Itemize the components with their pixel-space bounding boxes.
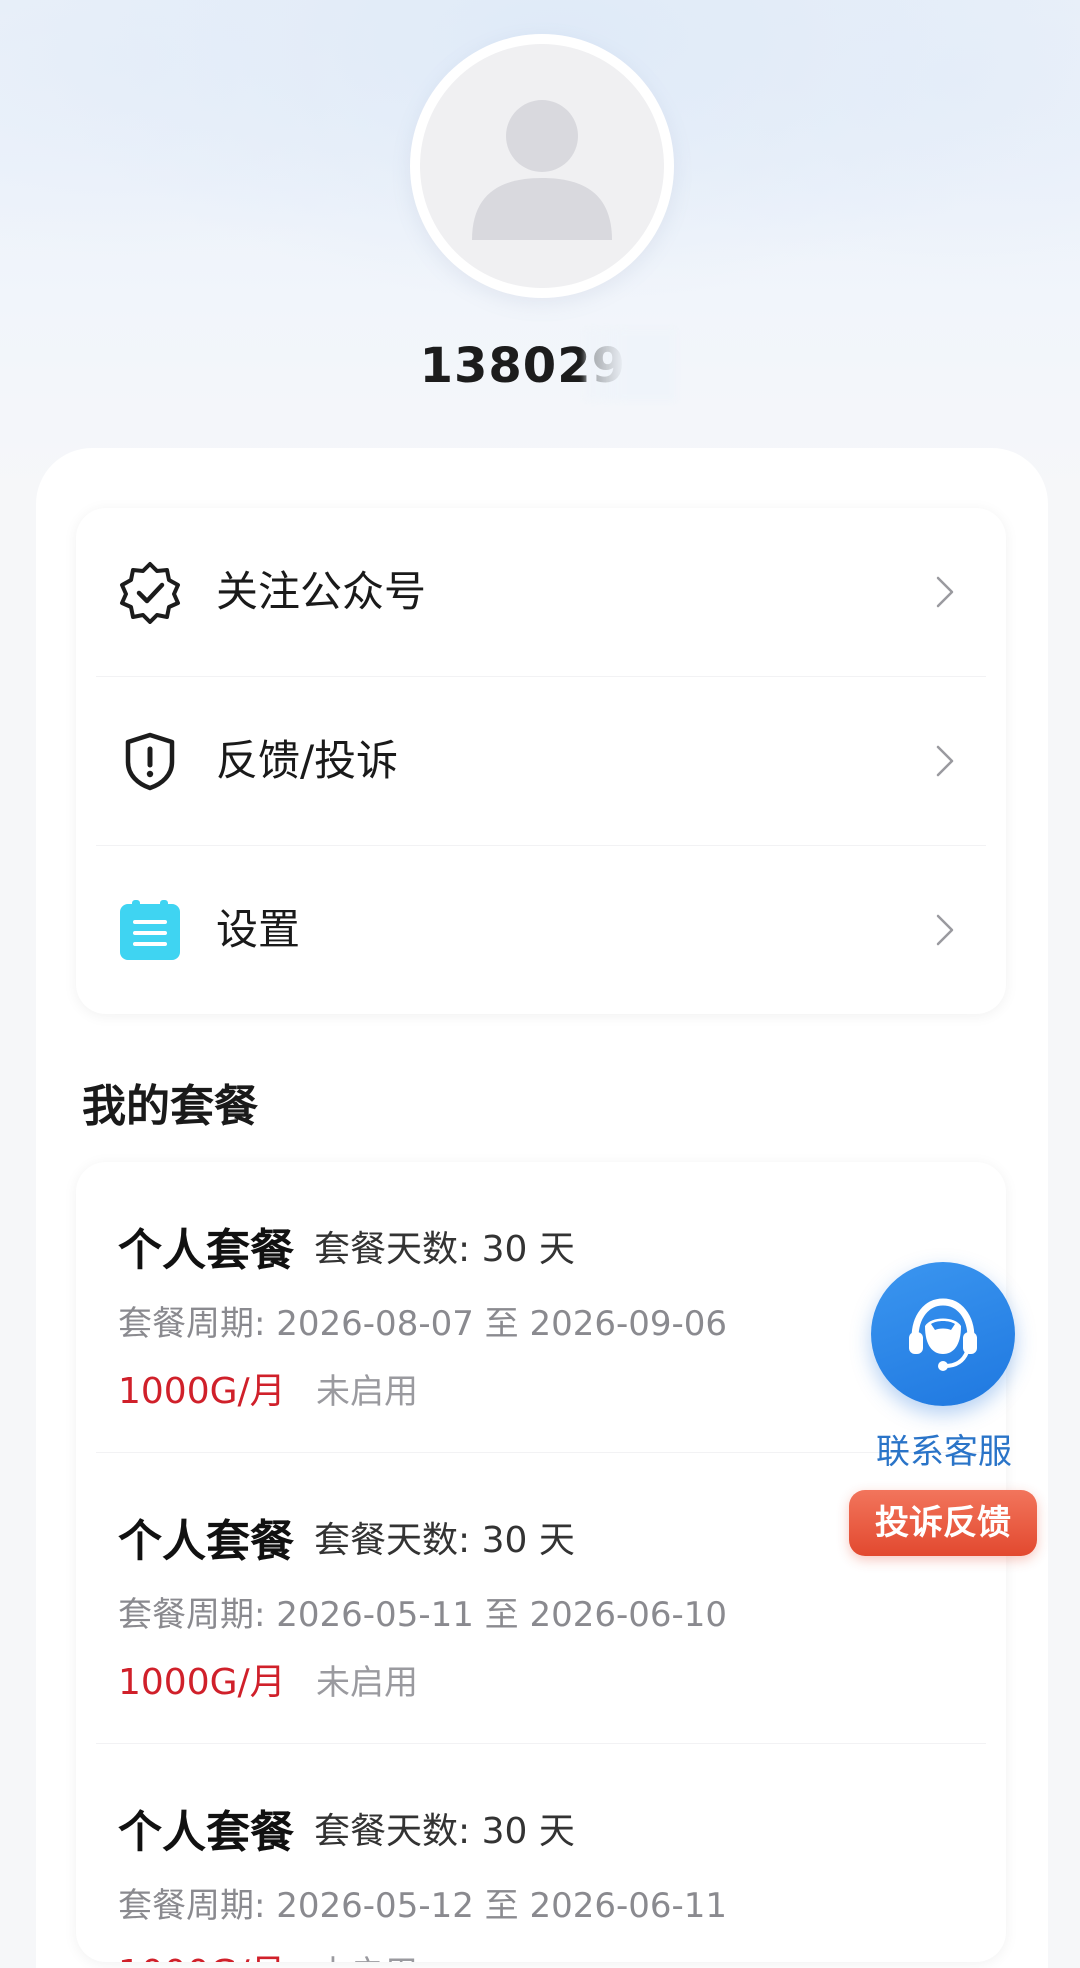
menu-item-settings[interactable]: 设置 [76,846,1006,1014]
plan-days: 套餐天数: 30 天 [314,1520,575,1561]
plans-list: 个人套餐 套餐天数: 30 天 套餐周期: 2026-08-07 至 2026-… [76,1162,1006,1962]
section-title-my-plans: 我的套餐 [82,1081,258,1132]
plan-period: 套餐周期: 2026-08-07 至 2026-09-06 [118,1304,728,1344]
shield-alert-icon [125,732,175,791]
phone-mask [585,330,675,400]
plan-status: 未启用 [316,1663,418,1703]
chevron-right-icon [936,576,954,608]
menu-card: 关注公众号 反馈/投诉 设置 [76,508,1006,1014]
avatar[interactable] [410,34,674,298]
chevron-right-icon [936,914,954,946]
menu-label-follow: 关注公众号 [216,567,427,616]
plan-period: 套餐周期: 2026-05-11 至 2026-06-10 [118,1595,728,1635]
plan-days: 套餐天数: 30 天 [314,1229,575,1270]
plan-days: 套餐天数: 30 天 [314,1811,575,1852]
plan-data-quota: 1000G/月 [118,1944,286,1962]
clipboard-list-icon [120,900,180,960]
menu-label-settings: 设置 [216,905,301,954]
plan-data-quota: 1000G/月 [118,1371,286,1412]
plan-item[interactable]: 个人套餐 套餐天数: 30 天 套餐周期: 2026-08-07 至 2026-… [76,1162,1006,1452]
plan-status: 未启用 [316,1946,418,1962]
plan-name: 个人套餐 [118,1516,294,1567]
plan-name: 个人套餐 [118,1225,294,1276]
chevron-right-icon [936,745,954,777]
headset-icon [909,1298,977,1371]
plan-data-quota: 1000G/月 [118,1662,286,1703]
complaint-feedback-button[interactable]: 投诉反馈 [849,1490,1037,1556]
menu-item-follow-official-account[interactable]: 关注公众号 [76,508,1006,676]
phone-number: 1380298 [419,338,661,394]
user-avatar-placeholder-icon [420,44,664,288]
plan-item[interactable]: 个人套餐 套餐天数: 30 天 套餐周期: 2026-05-12 至 2026-… [76,1744,1006,1962]
plan-status: 未启用 [316,1372,418,1412]
menu-label-feedback: 反馈/投诉 [216,736,399,785]
verified-badge-icon [120,562,180,624]
customer-service-label[interactable]: 联系客服 [860,1424,1028,1473]
plan-name: 个人套餐 [118,1807,294,1858]
menu-item-feedback[interactable]: 反馈/投诉 [76,677,1006,845]
customer-service-button[interactable] [871,1262,1015,1406]
